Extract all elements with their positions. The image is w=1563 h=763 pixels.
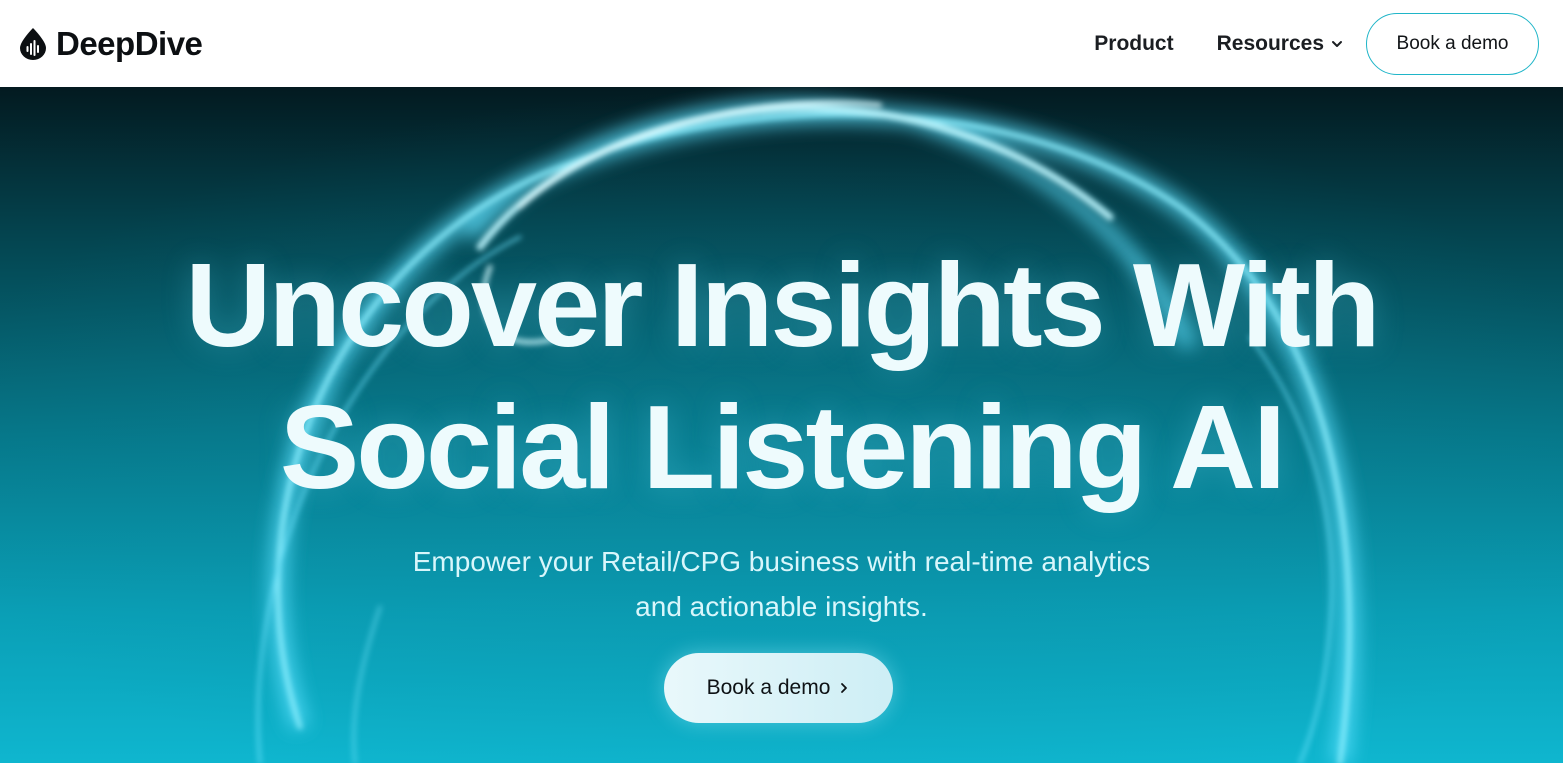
- brand-name: DeepDive: [56, 24, 203, 62]
- brand-logo-link[interactable]: DeepDive: [18, 24, 203, 63]
- hero-subtitle-line-2: and actionable insights.: [635, 591, 928, 622]
- droplet-waveform-icon: [20, 27, 46, 60]
- nav-resources-dropdown[interactable]: Resources: [1217, 32, 1344, 56]
- hero-section: Uncover Insights With Social Listening A…: [0, 87, 1563, 763]
- hero-subtitle: Empower your Retail/CPG business with re…: [0, 539, 1563, 629]
- nav-product-link[interactable]: Product: [1094, 32, 1173, 56]
- site-header: DeepDive Product Resources Book a demo: [0, 0, 1563, 87]
- hero-subtitle-line-1: Empower your Retail/CPG business with re…: [412, 546, 1151, 577]
- chevron-down-icon: [1332, 40, 1342, 47]
- main-nav: Product Resources Book a demo: [1094, 12, 1539, 75]
- hero-title-line-2: Social Listening AI: [279, 381, 1286, 514]
- hero-title: Uncover Insights With Social Listening A…: [0, 235, 1563, 519]
- hero-book-demo-button[interactable]: Book a demo: [664, 653, 893, 723]
- chevron-right-icon: [841, 683, 848, 693]
- hero-title-line-1: Uncover Insights With: [185, 239, 1380, 372]
- hero-content: Uncover Insights With Social Listening A…: [0, 87, 1563, 763]
- hero-cta-label: Book a demo: [706, 676, 831, 699]
- header-book-demo-button[interactable]: Book a demo: [1366, 12, 1539, 75]
- nav-resources-label: Resources: [1216, 31, 1324, 55]
